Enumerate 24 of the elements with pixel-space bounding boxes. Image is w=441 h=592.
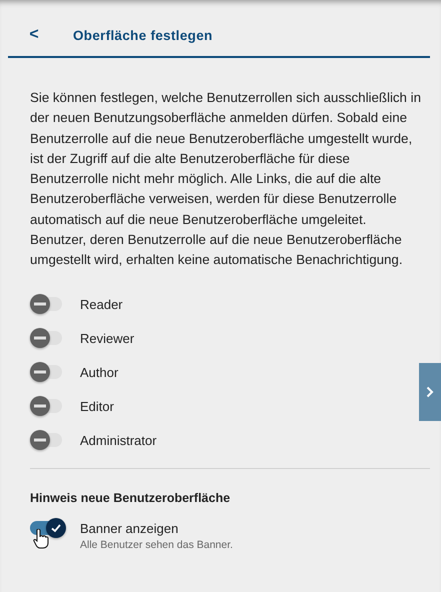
description-text: Sie können festlegen, welche Benutzerrollen sich ausschließlich in der neuen Benutzungsoberfläche anmelden dürfen. Sobald eine Benutzerrolle auf die neue Benutzeroberfläche umgestellt wurde, ist der Zugriff auf die alte Benutzeroberfläche für diese Benutzerrolle nicht mehr möglich. Alle Links, die auf die alte Benutzeroberfläche verweisen, werden für diese Benutzerrolle automatisch auf die neue Benutzeroberfläche umgeleitet. Benutzer, deren Benutzerrolle auf die neue Benutzeroberfläche umgestellt wird, erhalten keine automatische Benachrichtigung. [30,89,421,270]
toggle-switch[interactable] [30,399,62,414]
check-icon [50,522,62,534]
toggle-switch[interactable] [30,331,62,346]
role-label: Author [80,364,118,380]
toggle-switch[interactable] [30,297,62,312]
minus-icon [34,302,46,306]
chevron-right-icon [426,386,434,398]
back-button[interactable]: < [28,26,40,44]
minus-icon [34,370,46,374]
section-heading: Hinweis neue Benutzeroberfläche [30,490,232,505]
banner-hint: Alle Benutzer sehen das Banner. [80,538,233,551]
minus-icon [34,336,46,340]
minus-icon [34,438,46,442]
role-label: Administrator [80,432,157,448]
hand-cursor-icon [33,528,49,549]
toggle-switch[interactable] [30,365,62,380]
page-title: Oberfläche festlegen [73,28,213,42]
role-label: Reviewer [80,330,134,346]
banner-label: Banner anzeigen [80,520,180,536]
minus-icon [34,404,46,408]
toggle-switch[interactable] [30,433,62,448]
role-label: Reader [80,296,123,312]
role-label: Editor [80,398,114,414]
